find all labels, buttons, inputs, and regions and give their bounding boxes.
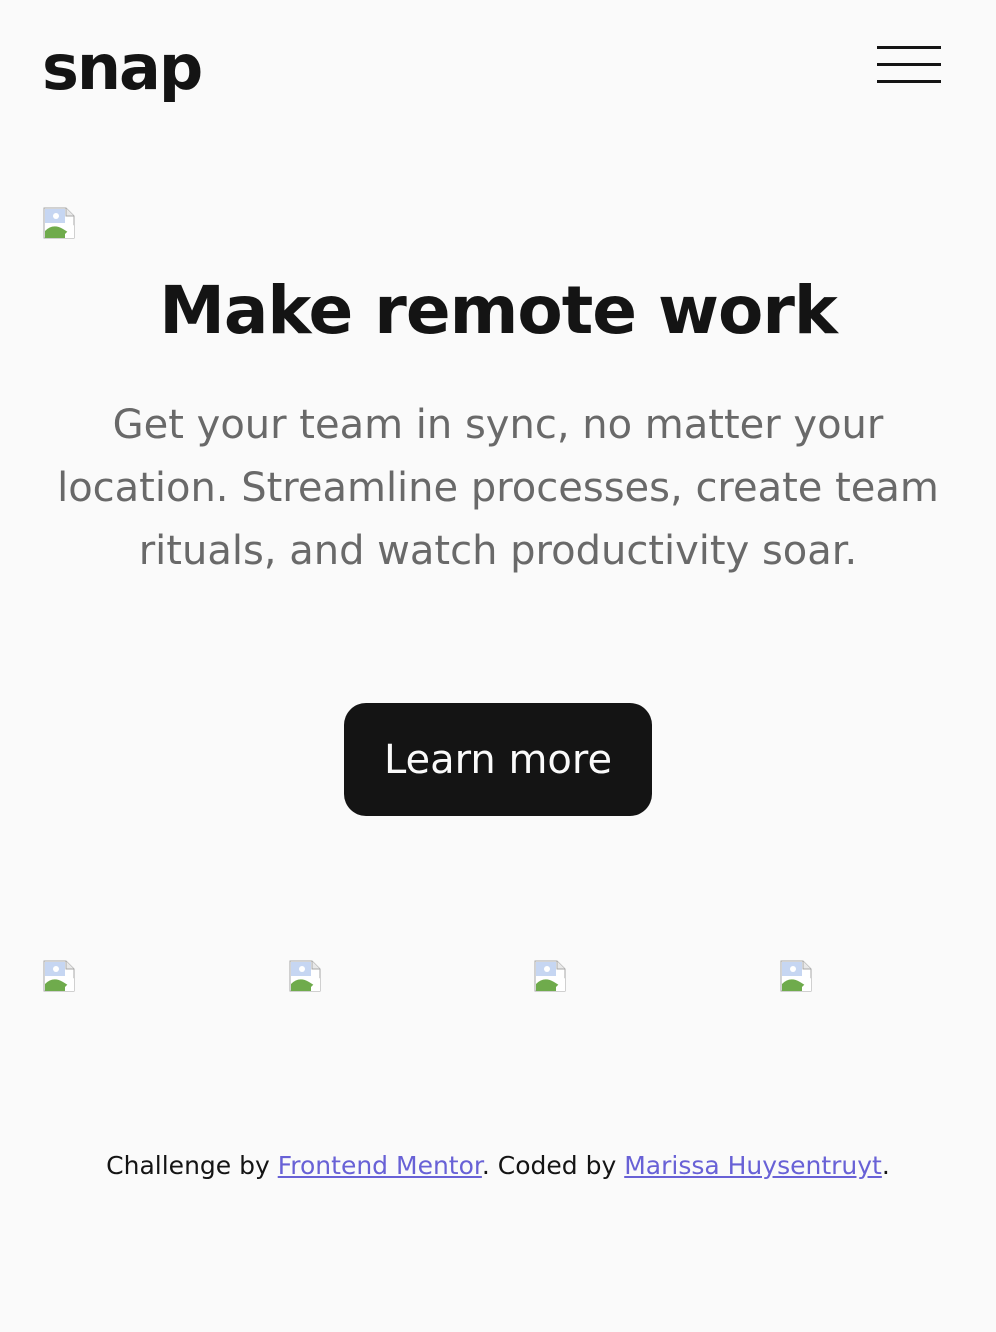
logo[interactable]: snap — [42, 28, 203, 108]
broken-image-icon — [289, 960, 321, 992]
menu-bar — [877, 80, 941, 83]
broken-image-icon — [43, 960, 75, 992]
menu-bar — [877, 63, 941, 66]
site-header: snap — [42, 28, 942, 108]
attribution-suffix: . — [881, 1151, 890, 1180]
attribution: Challenge by Frontend Mentor. Coded by M… — [0, 1148, 996, 1184]
hamburger-menu-icon[interactable] — [877, 45, 941, 85]
broken-image-icon — [780, 960, 812, 992]
broken-image-icon — [534, 960, 566, 992]
broken-image-icon — [43, 207, 75, 239]
menu-bar — [877, 46, 941, 49]
author-link[interactable]: Marissa Huysentruyt — [624, 1151, 882, 1180]
learn-more-button[interactable]: Learn more — [344, 703, 652, 816]
hero-subtext: Get your team in sync, no matter your lo… — [57, 402, 939, 574]
attribution-prefix: Challenge by — [106, 1151, 278, 1180]
frontend-mentor-link[interactable]: Frontend Mentor — [278, 1151, 482, 1180]
hero-headline: Make remote work — [159, 272, 838, 349]
attribution-middle: . Coded by — [481, 1151, 625, 1180]
